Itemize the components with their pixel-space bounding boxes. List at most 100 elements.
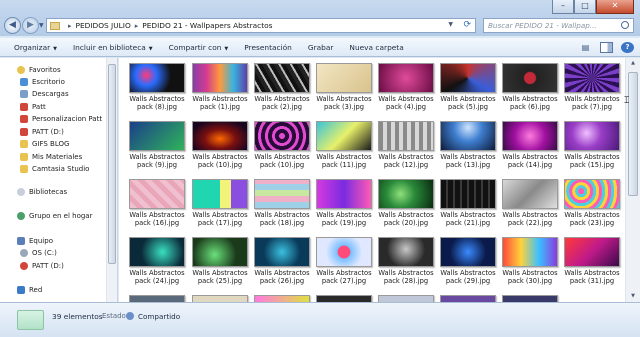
sidebar-item-network[interactable]: Red [17, 284, 42, 295]
burn-button[interactable]: Grabar [308, 43, 334, 52]
file-thumbnail[interactable]: Walls Abstractos pack (17).jpg [190, 174, 250, 234]
breadcrumb-separator[interactable]: ▸ [135, 22, 139, 30]
new-folder-button[interactable]: Nueva carpeta [349, 43, 403, 52]
breadcrumb-pedidos-julio[interactable]: PEDIDOS JULIO [76, 21, 131, 30]
maximize-button[interactable]: □ [574, 0, 596, 14]
file-thumbnail[interactable]: Walls Abstractos pack (10).jpg [190, 116, 250, 176]
minimize-button[interactable]: – [552, 0, 574, 14]
share-with-button[interactable]: Compartir con ▼ [169, 43, 229, 52]
file-name-line: pack (8).jpg [137, 103, 177, 111]
back-button[interactable]: ◀ [4, 17, 21, 34]
sidebar-item-favorite[interactable]: GIFS BLOG [20, 139, 69, 150]
file-thumbnail[interactable]: Walls Abstractos pack (28).jpg [376, 232, 436, 292]
scroll-up-arrow-icon[interactable]: ▲ [626, 58, 640, 69]
file-thumbnail[interactable]: Walls Abstractos pack (16).jpg [127, 174, 187, 234]
sidebar-scrollbar[interactable] [106, 58, 117, 302]
file-thumbnail[interactable] [500, 290, 560, 302]
file-thumbnail[interactable]: Walls Abstractos pack (31).jpg [562, 232, 622, 292]
file-thumbnail[interactable]: Walls Abstractos pack (5).jpg [438, 58, 498, 118]
file-thumbnail[interactable]: Walls Abstractos pack (23).jpg [562, 174, 622, 234]
file-thumbnail[interactable]: Walls Abstractos pack (11).jpg [314, 116, 374, 176]
file-thumbnail[interactable]: Walls Abstractos pack (27).jpg [314, 232, 374, 292]
sidebar-item-computer[interactable]: Equipo [17, 235, 53, 246]
sidebar-item-favorite[interactable]: Escritorio [20, 76, 65, 87]
image-preview [440, 63, 496, 93]
file-thumbnail[interactable]: Walls Abstractos pack (21).jpg [438, 174, 498, 234]
close-button[interactable]: ✕ [596, 0, 634, 14]
file-thumbnail[interactable] [127, 290, 187, 302]
file-thumbnail[interactable]: Walls Abstractos pack (8).jpg [127, 58, 187, 118]
file-thumbnail[interactable] [376, 290, 436, 302]
file-thumbnail[interactable]: Walls Abstractos pack (25).jpg [190, 232, 250, 292]
sidebar-scroll-thumb[interactable] [108, 64, 116, 264]
file-name-line: pack (13).jpg [445, 161, 491, 169]
file-thumbnail[interactable]: Walls Abstractos pack (12).jpg [376, 116, 436, 176]
sidebar-item-label: Favoritos [29, 65, 61, 74]
search-input[interactable]: Buscar PEDIDO 21 - Wallpap... [483, 18, 634, 33]
file-thumbnail[interactable]: Walls Abstractos pack (29).jpg [438, 232, 498, 292]
change-view-icon[interactable]: ▤ [579, 42, 592, 53]
breadcrumb-separator[interactable]: ▸ [68, 22, 72, 30]
image-preview [378, 179, 434, 209]
sidebar-item-favorite[interactable]: Mis Materiales [20, 151, 82, 162]
image-preview [316, 179, 372, 209]
file-thumbnail[interactable]: Walls Abstractos pack (14).jpg [500, 116, 560, 176]
file-thumbnail[interactable]: Walls Abstractos pack (7).jpg [562, 58, 622, 118]
include-in-library-button[interactable]: Incluir en biblioteca ▼ [73, 43, 153, 52]
image-preview [440, 121, 496, 151]
file-thumbnail[interactable]: Walls Abstractos pack (3).jpg [314, 58, 374, 118]
file-thumbnail[interactable]: Walls Abstractos pack (10).jpg [252, 116, 312, 176]
refresh-icon[interactable]: ⟳ [463, 20, 471, 30]
file-thumbnail[interactable] [252, 290, 312, 302]
file-thumbnail[interactable]: Walls Abstractos pack (6).jpg [500, 58, 560, 118]
file-thumbnail[interactable]: Walls Abstractos pack (30).jpg [500, 232, 560, 292]
organize-button[interactable]: Organizar ▼ [14, 43, 57, 52]
file-thumbnail[interactable]: Walls Abstractos pack (13).jpg [438, 116, 498, 176]
sidebar-item-homegroup[interactable]: Grupo en el hogar [17, 210, 92, 221]
file-thumbnail[interactable]: Walls Abstractos pack (20).jpg [376, 174, 436, 234]
slideshow-button[interactable]: Presentación [244, 43, 292, 52]
file-thumbnail[interactable] [314, 290, 374, 302]
file-name-line: pack (30).jpg [507, 277, 553, 285]
file-thumbnail[interactable]: Walls Abstractos pack (15).jpg [562, 116, 622, 176]
sidebar-item-favorite[interactable]: Descargas [20, 89, 69, 100]
address-dropdown-icon[interactable]: ▼ [448, 21, 453, 28]
file-thumbnail[interactable]: Walls Abstractos pack (9).jpg [127, 116, 187, 176]
sidebar-item-favorites[interactable]: Favoritos [17, 64, 61, 75]
help-icon[interactable]: ? [621, 42, 634, 53]
sidebar-item-favorite[interactable]: Personalizacion Patt [20, 114, 102, 125]
details-pane: 39 elementos Estado: Compartido [0, 302, 640, 337]
file-name: Walls Abstractos pack (22).jpg [500, 211, 560, 227]
address-bar[interactable]: ▸ PEDIDOS JULIO ▸ PEDIDO 21 - Wallpapers… [46, 18, 476, 33]
file-thumbnail[interactable] [438, 290, 498, 302]
sidebar-item-favorite[interactable]: Patt [20, 101, 46, 112]
sidebar-item-favorite[interactable]: PATT (D:) [20, 126, 64, 137]
sidebar-item-libraries[interactable]: Bibliotecas [17, 186, 67, 197]
file-thumbnail[interactable]: Walls Abstractos pack (18).jpg [252, 174, 312, 234]
content-scroll-thumb[interactable] [628, 72, 638, 196]
preview-pane-icon[interactable] [600, 42, 613, 53]
sidebar-item-favorite[interactable]: Camtasia Studio [20, 164, 89, 175]
file-thumbnail[interactable]: Walls Abstractos pack (2).jpg [252, 58, 312, 118]
star-icon [17, 65, 25, 74]
file-name-line: Walls Abstractos [316, 269, 372, 277]
content-scrollbar[interactable]: ▲ ▼ [625, 58, 640, 302]
sidebar-item-drive[interactable]: OS (C:) [20, 247, 57, 258]
file-thumbnail[interactable]: Walls Abstractos pack (19).jpg [314, 174, 374, 234]
forward-button[interactable]: ▶ [22, 17, 39, 34]
file-name-line: pack (29).jpg [445, 277, 491, 285]
file-thumbnail[interactable]: Walls Abstractos pack (26).jpg [252, 232, 312, 292]
sidebar-item-drive[interactable]: PATT (D:) [20, 260, 64, 271]
file-name-line: pack (9).jpg [137, 161, 177, 169]
search-icon[interactable] [621, 21, 629, 29]
file-thumbnail[interactable]: Walls Abstractos pack (4).jpg [376, 58, 436, 118]
file-name-line: pack (12).jpg [383, 161, 429, 169]
file-thumbnail[interactable]: Walls Abstractos pack (22).jpg [500, 174, 560, 234]
file-thumbnail[interactable]: Walls Abstractos pack (1).jpg [190, 58, 250, 118]
file-thumbnail[interactable]: Walls Abstractos pack (24).jpg [127, 232, 187, 292]
recent-pages-chevron-icon[interactable]: ▼ [39, 22, 44, 29]
command-bar: Organizar ▼ Incluir en biblioteca ▼ Compar… [0, 38, 640, 57]
breadcrumb-current-folder[interactable]: PEDIDO 21 - Wallpapers Abstractos [142, 21, 272, 30]
file-thumbnail[interactable] [190, 290, 250, 302]
scroll-down-arrow-icon[interactable]: ▼ [626, 291, 640, 302]
